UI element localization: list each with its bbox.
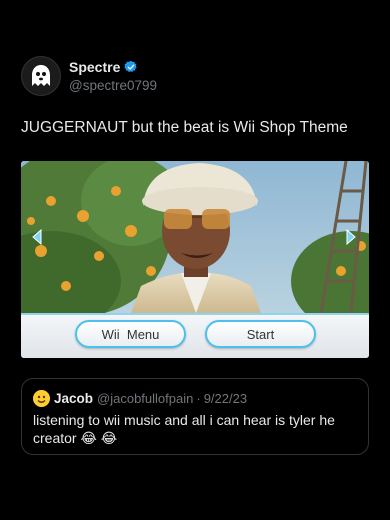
author-avatar[interactable] (21, 56, 61, 96)
verified-badge-icon (124, 60, 137, 73)
tweet-media[interactable]: Wii Menu Start (21, 161, 369, 358)
laughing-emoji-icon: 😂 (100, 430, 118, 446)
laughing-emoji-icon: 😂 (80, 430, 97, 446)
chevron-left-icon[interactable] (31, 229, 43, 245)
quoted-display-name[interactable]: Jacob (54, 391, 93, 406)
quoted-handle[interactable]: @jacobfullofpain (97, 391, 193, 406)
tweet-header: Spectre @spectre0799 (21, 56, 157, 96)
quoted-tweet[interactable]: Jacob @jacobfullofpain · 9/22/23 listeni… (21, 378, 369, 455)
chevron-right-icon[interactable] (345, 229, 357, 245)
quoted-text-body: listening to wii music and all i can hea… (33, 412, 335, 446)
start-button[interactable]: Start (205, 320, 316, 348)
author-handle[interactable]: @spectre0799 (69, 78, 157, 93)
separator-dot: · (196, 391, 201, 406)
quoted-date[interactable]: 9/22/23 (204, 391, 247, 406)
quoted-text: listening to wii music and all i can hea… (33, 411, 353, 447)
wii-menu-button[interactable]: Wii Menu (75, 320, 186, 348)
smiling-face-emoji-icon (33, 390, 50, 407)
wii-button-bar: Wii Menu Start (21, 313, 369, 358)
author-display-name[interactable]: Spectre (69, 59, 120, 75)
video-frame-image (21, 161, 369, 313)
ghost-icon (32, 65, 50, 86)
tweet-text: JUGGERNAUT but the beat is Wii Shop Them… (21, 119, 348, 136)
